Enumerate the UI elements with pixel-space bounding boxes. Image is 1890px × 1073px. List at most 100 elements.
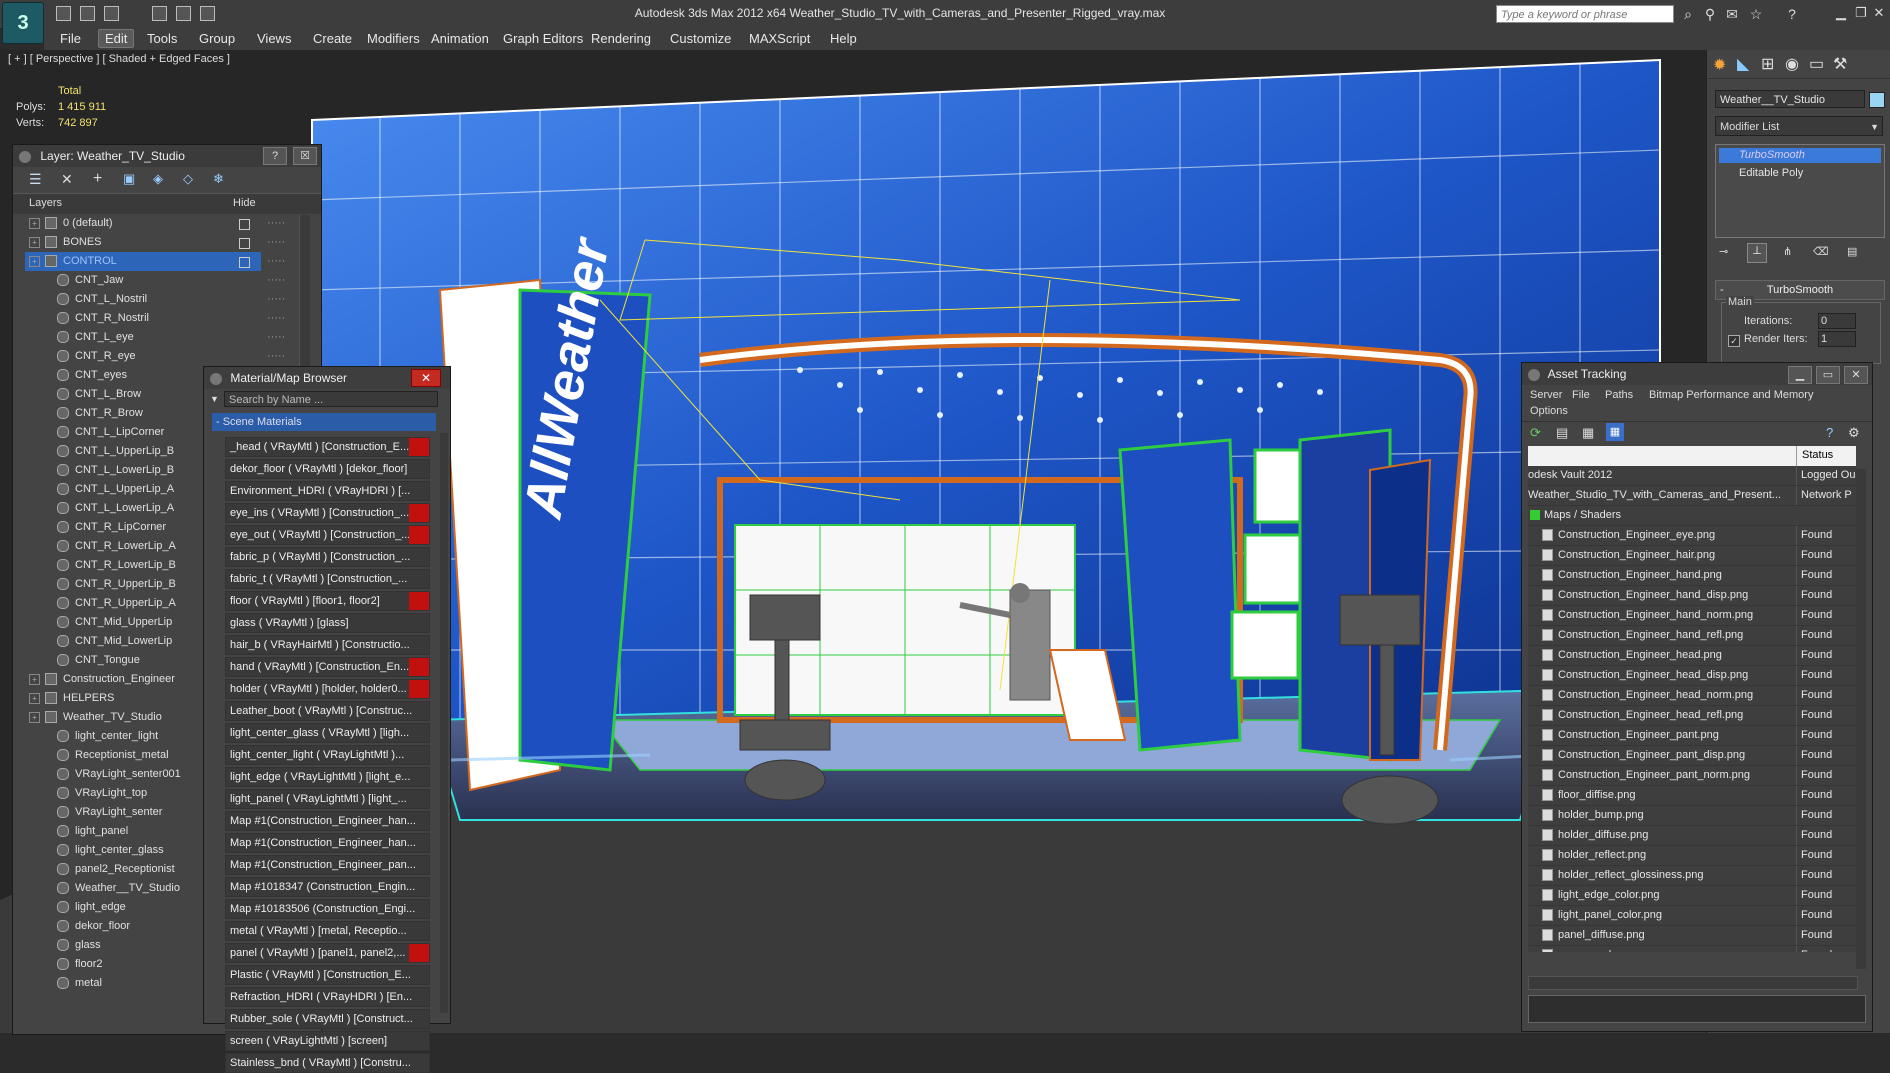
layers-column-header[interactable]: Layers	[29, 197, 62, 209]
modifier-list-dropdown[interactable]: Modifier List ▼	[1715, 116, 1883, 136]
asset-close-icon[interactable]: ✕	[1844, 366, 1868, 384]
asset-row[interactable]: Construction_Engineer_head_refl.png Found	[1528, 706, 1856, 726]
freeze-toggle-icon[interactable]: ·····	[267, 309, 285, 328]
expand-toggle-icon[interactable]: +	[29, 711, 40, 723]
render-iters-spinner[interactable]: 1	[1818, 331, 1856, 347]
asset-row[interactable]: Maps / Shaders	[1528, 506, 1856, 526]
asset-row[interactable]: floor_diffise.png Found	[1528, 786, 1856, 806]
expand-toggle-icon[interactable]: +	[29, 255, 40, 267]
material-item[interactable]: Map #10183506 (Construction_Engi...	[225, 899, 430, 919]
asset-row[interactable]: Construction_Engineer_hand_norm.png Found	[1528, 606, 1856, 626]
material-item[interactable]: dekor_floor ( VRayMtl ) [dekor_floor]	[225, 459, 430, 479]
status-column-header[interactable]: Status	[1802, 449, 1833, 461]
menu-maxscript[interactable]: MAXScript	[743, 30, 816, 47]
material-browser-titlebar[interactable]: Material/Map Browser ✕	[204, 367, 450, 389]
freeze-toggle-icon[interactable]: ·····	[267, 271, 285, 290]
material-item[interactable]: light_panel ( VRayLightMtl ) [light_...	[225, 789, 430, 809]
delete-layer-icon[interactable]: ✕	[61, 171, 73, 188]
freeze-all-icon[interactable]: ❄	[213, 171, 224, 187]
layer-object-row[interactable]: CNT_L_Nostril ·····	[25, 290, 285, 309]
make-unique-icon[interactable]: ⋔	[1783, 245, 1792, 258]
material-item[interactable]: eye_out ( VRayMtl ) [Construction_...	[225, 525, 430, 545]
asset-row[interactable]: Weather_Studio_TV_with_Cameras_and_Prese…	[1528, 486, 1856, 506]
object-name-field[interactable]: Weather__TV_Studio	[1715, 90, 1865, 108]
asset-settings-icon[interactable]: ⚙	[1848, 425, 1860, 441]
help-icon[interactable]: ?	[1784, 6, 1800, 22]
asset-row[interactable]: odesk Vault 2012 Logged Ou	[1528, 466, 1856, 486]
utilities-tab-icon[interactable]: ⚒	[1833, 54, 1847, 74]
menu-customize[interactable]: Customize	[664, 30, 737, 47]
layer-panel-titlebar[interactable]: Layer: Weather_TV_Studio ? ☒	[13, 145, 321, 167]
options-dropdown-icon[interactable]: ▼	[210, 394, 219, 404]
freeze-toggle-icon[interactable]: ·····	[267, 214, 285, 233]
asset-horizontal-scrollbar[interactable]	[1528, 976, 1858, 990]
asset-table-scrollbar[interactable]	[1856, 469, 1866, 969]
configure-sets-icon[interactable]: ▤	[1847, 245, 1857, 258]
expand-toggle-icon[interactable]: +	[29, 692, 40, 704]
iterations-spinner[interactable]: 0	[1818, 313, 1856, 329]
create-layer-icon[interactable]: ☰	[29, 171, 42, 188]
material-item[interactable]: Map #1(Construction_Engineer_han...	[225, 811, 430, 831]
restore-icon[interactable]: ❐	[1852, 4, 1870, 22]
material-item[interactable]: holder ( VRayMtl ) [holder, holder0...	[225, 679, 430, 699]
material-item[interactable]: fabric_p ( VRayMtl ) [Construction_...	[225, 547, 430, 567]
asset-row[interactable]: holder_reflect_glossiness.png Found	[1528, 866, 1856, 886]
layer-row[interactable]: + BONES ·····	[25, 233, 285, 252]
layer-object-row[interactable]: CNT_R_Nostril ·····	[25, 309, 285, 328]
hide-checkbox[interactable]	[239, 257, 250, 268]
material-item[interactable]: Refraction_HDRI ( VRayHDRI ) [En...	[225, 987, 430, 1007]
hide-all-icon[interactable]: ◇	[183, 171, 193, 187]
layer-help-button[interactable]: ?	[263, 147, 287, 165]
favorites-star-icon[interactable]: ☆	[1748, 6, 1764, 22]
table-view-icon[interactable]: ▦	[1606, 423, 1624, 441]
viewport-label[interactable]: [ + ] [ Perspective ] [ Shaded + Edged F…	[8, 53, 230, 65]
asset-row[interactable]: Construction_Engineer_head_norm.png Found	[1528, 686, 1856, 706]
subscription-icon[interactable]: ⚲	[1702, 6, 1718, 22]
add-to-layer-icon[interactable]: +	[93, 170, 102, 188]
undo-icon[interactable]	[152, 6, 167, 21]
render-iters-checkbox[interactable]: ✓	[1728, 335, 1740, 347]
select-objects-icon[interactable]: ▣	[123, 171, 135, 187]
asset-row[interactable]: Construction_Engineer_hand_refl.png Found	[1528, 626, 1856, 646]
asset-row[interactable]: Construction_Engineer_hand.png Found	[1528, 566, 1856, 586]
asset-row[interactable]: light_edge_color.png Found	[1528, 886, 1856, 906]
minimize-icon[interactable]: ▁	[1832, 4, 1850, 22]
menu-group[interactable]: Group	[193, 30, 241, 47]
keyword-search-input[interactable]: Type a keyword or phrase	[1496, 5, 1674, 23]
layer-close-button[interactable]: ☒	[293, 147, 317, 165]
material-item[interactable]: eye_ins ( VRayMtl ) [Construction_...	[225, 503, 430, 523]
asset-minimize-icon[interactable]: ▁	[1788, 366, 1812, 384]
expand-toggle-icon[interactable]: +	[29, 217, 40, 229]
asset-row[interactable]: Construction_Engineer_head.png Found	[1528, 646, 1856, 666]
material-item[interactable]: light_center_glass ( VRayMtl ) [ligh...	[225, 723, 430, 743]
layer-object-row[interactable]: CNT_L_eye ·····	[25, 328, 285, 347]
menu-file[interactable]: File	[54, 30, 87, 47]
asset-row[interactable]: Construction_Engineer_hand_disp.png Found	[1528, 586, 1856, 606]
freeze-toggle-icon[interactable]: ·····	[267, 233, 285, 252]
asset-menu-options[interactable]: Options	[1530, 403, 1568, 419]
app-logo-button[interactable]: 3	[2, 2, 44, 44]
material-item[interactable]: Stainless_bnd ( VRayMtl ) [Constru...	[225, 1053, 430, 1073]
freeze-toggle-icon[interactable]: ·····	[267, 290, 285, 309]
material-item[interactable]: Map #1018347 (Construction_Engin...	[225, 877, 430, 897]
layer-row[interactable]: +0 (default) ·····	[25, 214, 285, 233]
communication-icon[interactable]: ✉	[1724, 6, 1740, 22]
material-item[interactable]: glass ( VRayMtl ) [glass]	[225, 613, 430, 633]
asset-row[interactable]: Construction_Engineer_pant_norm.png Found	[1528, 766, 1856, 786]
material-search-input[interactable]: Search by Name ...	[224, 391, 438, 407]
show-end-result-icon[interactable]: ⊥	[1747, 243, 1767, 263]
refresh-icon[interactable]: ⟳	[1530, 425, 1541, 441]
menu-create[interactable]: Create	[307, 30, 358, 47]
asset-row[interactable]: Construction_Engineer_pant_disp.png Found	[1528, 746, 1856, 766]
material-browser-close-button[interactable]: ✕	[411, 369, 441, 387]
menu-help[interactable]: Help	[824, 30, 863, 47]
menu-modifiers[interactable]: Modifiers	[361, 30, 426, 47]
modify-tab-icon[interactable]: ◣	[1737, 54, 1749, 74]
layer-object-row[interactable]: CNT_R_eye ·····	[25, 347, 285, 366]
asset-tracking-titlebar[interactable]: Asset Tracking ▁ ▭ ✕	[1522, 363, 1872, 385]
menu-tools[interactable]: Tools	[141, 30, 183, 47]
menu-animation[interactable]: Animation	[425, 30, 495, 47]
scene-materials-group[interactable]: - Scene Materials	[212, 413, 436, 431]
open-icon[interactable]	[56, 6, 71, 21]
asset-row[interactable]: Construction_Engineer_pant.png Found	[1528, 726, 1856, 746]
